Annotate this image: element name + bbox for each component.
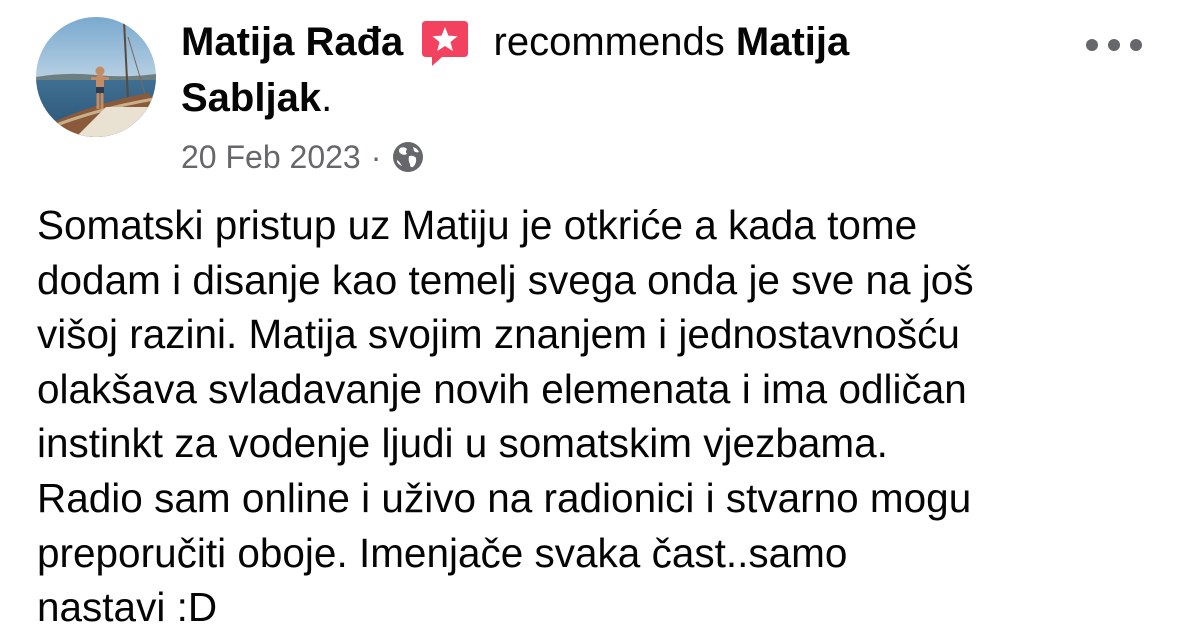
post-header: Matija Rađa recommends Matija Sabljak. [181, 14, 981, 126]
post-meta: 20 Feb 2023 · [181, 135, 425, 179]
meta-separator: · [370, 138, 382, 175]
star-speech-bubble-icon [420, 17, 470, 67]
period: . [321, 76, 333, 120]
post-date[interactable]: 20 Feb 2023 [181, 139, 361, 176]
author-avatar[interactable] [36, 17, 156, 137]
post-body-text: Somatski pristup uz Matiju je otkriće a … [37, 202, 974, 631]
action-text: recommends [493, 20, 725, 64]
more-options-icon[interactable] [1086, 30, 1142, 60]
more-dot [1086, 39, 1098, 51]
globe-icon[interactable] [391, 140, 425, 174]
recommendation-post: Matija Rađa recommends Matija Sabljak. 2… [0, 0, 1179, 642]
author-name[interactable]: Matija Rađa [181, 20, 403, 64]
more-dot [1130, 39, 1142, 51]
more-dot [1108, 39, 1120, 51]
